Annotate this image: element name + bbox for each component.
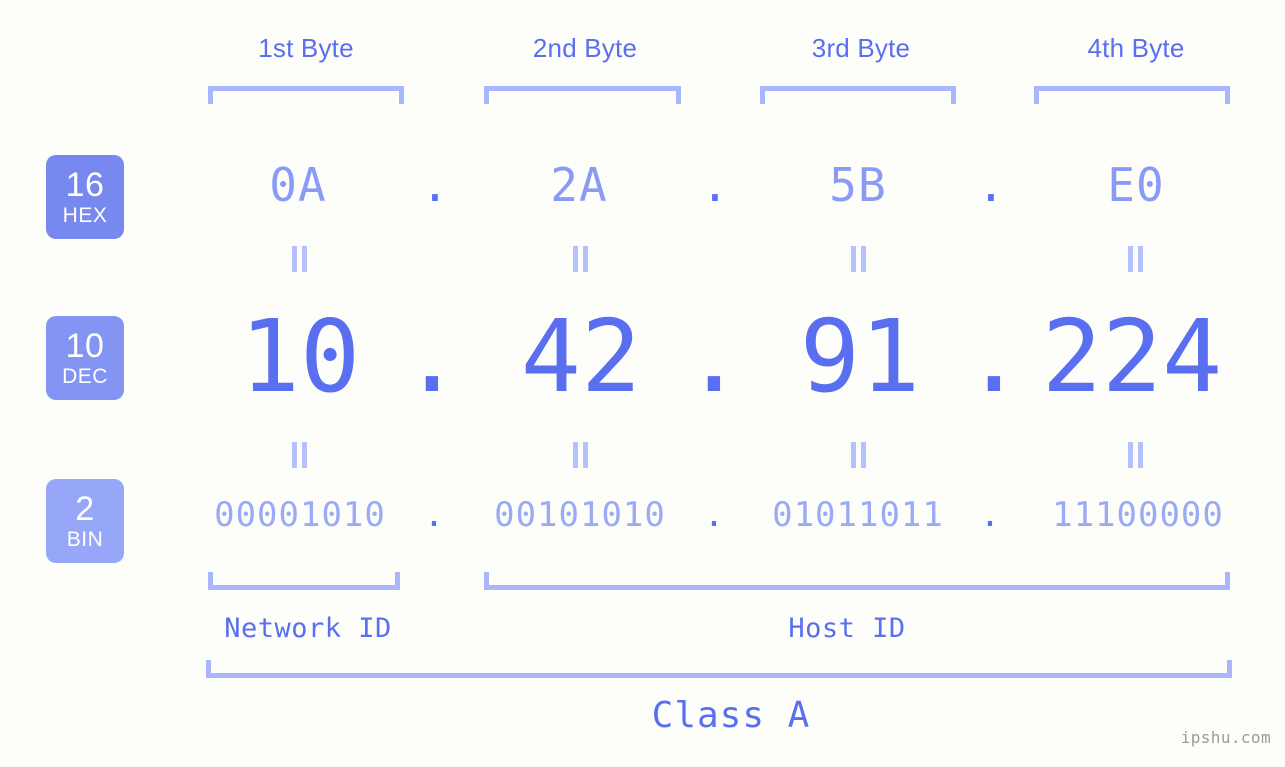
host-id-label: Host ID bbox=[788, 613, 906, 644]
byte-bracket-top-1 bbox=[208, 86, 404, 104]
equals-mark-dec-bin-4 bbox=[1124, 442, 1146, 468]
class-bracket bbox=[206, 660, 1232, 678]
bin-separator-2: . bbox=[703, 495, 725, 535]
equals-mark-dec-bin-2 bbox=[569, 442, 591, 468]
hex-separator-2: . bbox=[701, 158, 729, 212]
equals-mark-hex-dec-2 bbox=[569, 246, 591, 272]
dec-octet-2: 42 bbox=[520, 298, 642, 415]
base-badge-bin-name: BIN bbox=[66, 528, 104, 551]
byte-bracket-top-3 bbox=[760, 86, 956, 104]
class-label: Class A bbox=[651, 695, 811, 736]
byte-header-2: 2nd Byte bbox=[532, 33, 638, 63]
ip-breakdown-diagram: 1st Byte 2nd Byte 3rd Byte 4th Byte 16 H… bbox=[0, 0, 1285, 767]
byte-bracket-top-2 bbox=[484, 86, 681, 104]
hex-octet-2: 2A bbox=[550, 158, 608, 212]
hex-separator-3: . bbox=[977, 158, 1005, 212]
bin-separator-1: . bbox=[423, 495, 445, 535]
bin-octet-2: 00101010 bbox=[494, 495, 666, 535]
byte-header-1: 1st Byte bbox=[258, 33, 354, 63]
hex-separator-1: . bbox=[421, 158, 449, 212]
equals-mark-dec-bin-3 bbox=[847, 442, 869, 468]
base-badge-dec-name: DEC bbox=[62, 365, 108, 388]
hex-octet-4: E0 bbox=[1107, 158, 1165, 212]
equals-mark-hex-dec-4 bbox=[1124, 246, 1146, 272]
equals-mark-hex-dec-3 bbox=[847, 246, 869, 272]
network-id-bracket bbox=[208, 572, 400, 590]
base-badge-bin-number: 2 bbox=[75, 490, 95, 528]
base-badge-hex-name: HEX bbox=[62, 204, 108, 227]
bin-octet-4: 11100000 bbox=[1052, 495, 1224, 535]
site-watermark: ipshu.com bbox=[1180, 728, 1271, 747]
dec-octet-4: 224 bbox=[1041, 298, 1223, 415]
base-badge-dec: 10 DEC bbox=[46, 316, 124, 400]
byte-header-3: 3rd Byte bbox=[811, 33, 911, 63]
dec-separator-2: . bbox=[683, 298, 745, 415]
dec-separator-1: . bbox=[401, 298, 463, 415]
bin-separator-3: . bbox=[979, 495, 1001, 535]
byte-bracket-top-4 bbox=[1034, 86, 1230, 104]
base-badge-hex: 16 HEX bbox=[46, 155, 124, 239]
base-badge-dec-number: 10 bbox=[65, 327, 105, 365]
bin-octet-3: 01011011 bbox=[772, 495, 944, 535]
network-id-label: Network ID bbox=[224, 613, 392, 644]
host-id-bracket bbox=[484, 572, 1230, 590]
hex-octet-3: 5B bbox=[829, 158, 887, 212]
dec-octet-3: 91 bbox=[799, 298, 921, 415]
dec-octet-1: 10 bbox=[239, 298, 361, 415]
base-badge-hex-number: 16 bbox=[65, 166, 105, 204]
equals-mark-dec-bin-1 bbox=[288, 442, 310, 468]
bin-octet-1: 00001010 bbox=[214, 495, 386, 535]
base-badge-bin: 2 BIN bbox=[46, 479, 124, 563]
hex-octet-1: 0A bbox=[269, 158, 327, 212]
equals-mark-hex-dec-1 bbox=[288, 246, 310, 272]
byte-header-4: 4th Byte bbox=[1087, 33, 1185, 63]
